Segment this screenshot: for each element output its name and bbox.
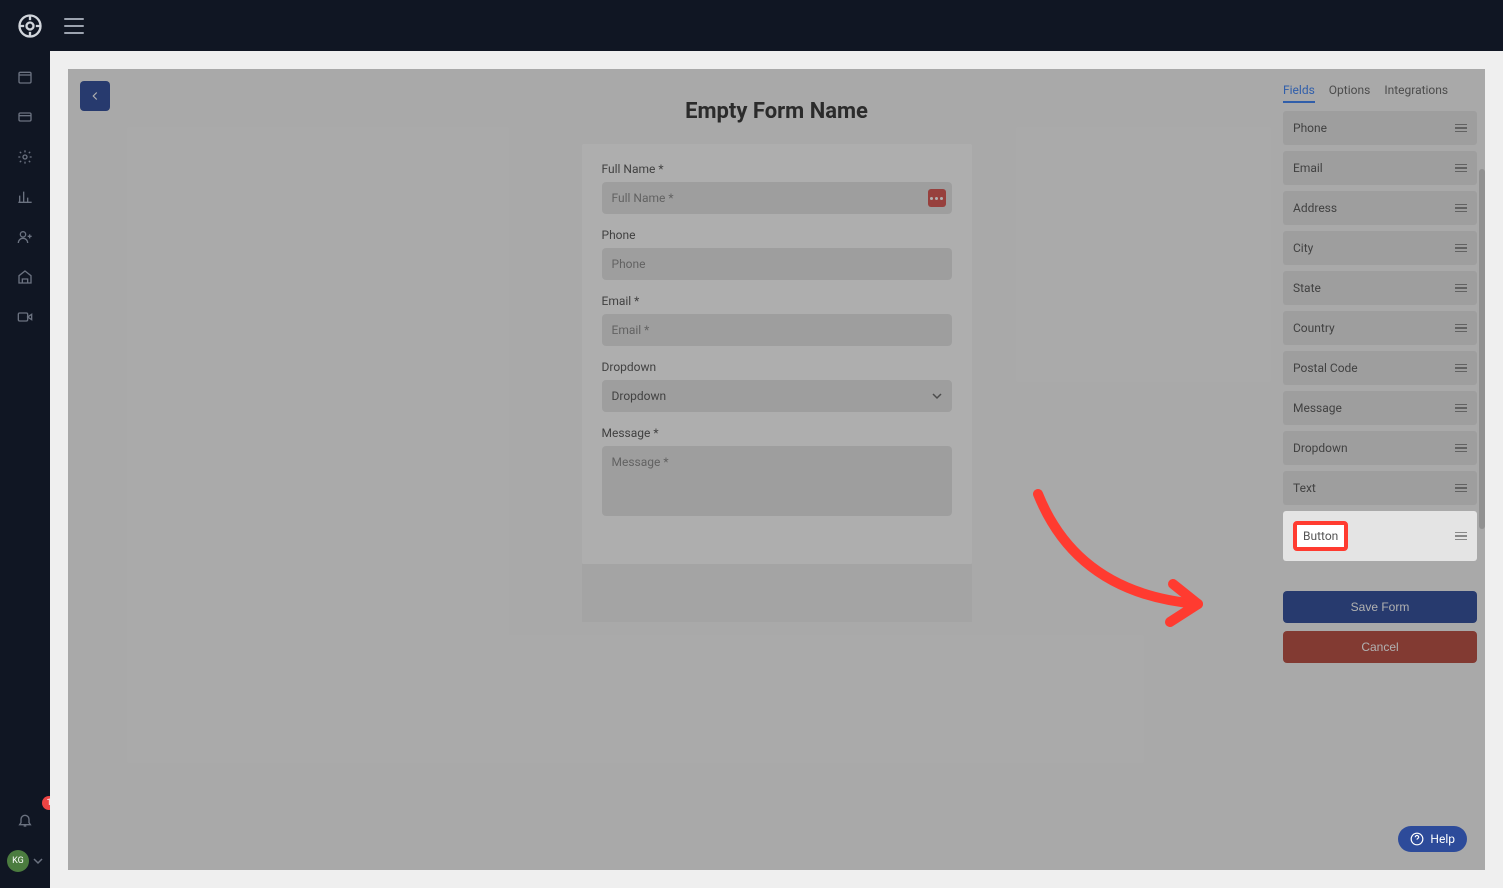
form-field-full-name-: Full Name * (602, 162, 952, 214)
form-field-phone: Phone (602, 228, 952, 280)
drag-handle-icon[interactable] (1455, 324, 1467, 333)
field-options-button[interactable] (928, 189, 946, 207)
field-label: Message * (602, 426, 952, 440)
nav-user-add-icon[interactable] (0, 219, 50, 255)
tab-integrations[interactable]: Integrations (1384, 83, 1448, 103)
field-type-address[interactable]: Address (1283, 191, 1477, 225)
tab-fields[interactable]: Fields (1283, 83, 1315, 103)
scrollbar[interactable] (1479, 169, 1485, 529)
drag-handle-icon[interactable] (1455, 484, 1467, 493)
chevron-down-icon (33, 856, 43, 866)
main-content: Empty Form Name Full Name * Phone Email * D… (50, 51, 1503, 888)
drag-handle-icon[interactable] (1455, 204, 1467, 213)
field-input[interactable] (602, 182, 952, 214)
menu-toggle-icon[interactable] (64, 18, 84, 34)
field-label: Full Name * (602, 162, 952, 176)
field-type-city[interactable]: City (1283, 231, 1477, 265)
user-menu[interactable]: KG (7, 850, 43, 872)
field-type-label: Phone (1293, 121, 1327, 135)
form-footer-spacer (582, 564, 972, 622)
form-field-dropdown: Dropdown Dropdown (602, 360, 952, 412)
form-field-email-: Email * (602, 294, 952, 346)
field-type-label: Postal Code (1293, 361, 1358, 375)
annotation-arrow (1018, 474, 1238, 644)
field-type-label: Address (1293, 201, 1337, 215)
drag-handle-icon[interactable] (1455, 244, 1467, 253)
field-type-country[interactable]: Country (1283, 311, 1477, 345)
drag-handle-icon[interactable] (1455, 284, 1467, 293)
nav-analytics-icon[interactable] (0, 179, 50, 215)
field-input[interactable]: Dropdown (602, 380, 952, 412)
field-type-email[interactable]: Email (1283, 151, 1477, 185)
field-label: Phone (602, 228, 952, 242)
field-type-phone[interactable]: Phone (1283, 111, 1477, 145)
drag-handle-icon[interactable] (1455, 364, 1467, 373)
field-type-label: Button (1293, 521, 1348, 551)
nav-settings-icon[interactable] (0, 139, 50, 175)
drag-handle-icon[interactable] (1455, 444, 1467, 453)
form-preview-card: Full Name * Phone Email * Dropdown Dropdown M… (582, 144, 972, 564)
tab-options[interactable]: Options (1329, 83, 1371, 103)
drag-handle-icon[interactable] (1455, 164, 1467, 173)
field-type-list: Phone Email Address City State Country Postal … (1275, 111, 1485, 561)
nav-calendar-icon[interactable] (0, 59, 50, 95)
avatar: KG (7, 850, 29, 872)
field-type-postal-code[interactable]: Postal Code (1283, 351, 1477, 385)
field-type-label: Country (1293, 321, 1335, 335)
field-type-label: State (1293, 281, 1321, 295)
nav-dashboard-icon[interactable] (0, 259, 50, 295)
cancel-button[interactable]: Cancel (1283, 631, 1477, 663)
field-label: Email * (602, 294, 952, 308)
field-type-label: Text (1293, 481, 1316, 495)
help-button[interactable]: Help (1398, 826, 1467, 852)
annotation-highlight: Button (1293, 521, 1348, 551)
field-type-state[interactable]: State (1283, 271, 1477, 305)
field-type-text[interactable]: Text (1283, 471, 1477, 505)
save-form-button[interactable]: Save Form (1283, 591, 1477, 623)
field-input[interactable] (602, 248, 952, 280)
field-label: Dropdown (602, 360, 952, 374)
drag-handle-icon[interactable] (1455, 404, 1467, 413)
topbar (0, 0, 1503, 51)
right-panel: Fields Options Integrations Phone Email Addr… (1275, 69, 1485, 870)
right-panel-tabs: Fields Options Integrations (1275, 69, 1485, 111)
nav-card-icon[interactable] (0, 99, 50, 135)
panel-buttons: Save Form Cancel (1275, 561, 1485, 663)
sidebar-left: 1 KG (0, 51, 50, 888)
notifications-icon[interactable]: 1 (0, 802, 50, 838)
field-type-label: City (1293, 241, 1313, 255)
field-type-label: Email (1293, 161, 1323, 175)
nav-video-icon[interactable] (0, 299, 50, 335)
field-input[interactable] (602, 446, 952, 516)
field-type-button[interactable]: Button (1283, 511, 1477, 561)
field-input[interactable] (602, 314, 952, 346)
back-button[interactable] (80, 81, 110, 111)
form-builder-canvas: Empty Form Name Full Name * Phone Email * D… (68, 69, 1485, 870)
field-type-label: Dropdown (1293, 441, 1348, 455)
drag-handle-icon[interactable] (1455, 532, 1467, 541)
drag-handle-icon[interactable] (1455, 124, 1467, 133)
form-field-message-: Message * (602, 426, 952, 520)
field-type-message[interactable]: Message (1283, 391, 1477, 425)
field-type-label: Message (1293, 401, 1342, 415)
field-type-dropdown[interactable]: Dropdown (1283, 431, 1477, 465)
page-title: Empty Form Name (68, 69, 1485, 124)
help-label: Help (1430, 832, 1455, 846)
app-logo (16, 12, 44, 40)
help-icon (1410, 832, 1424, 846)
